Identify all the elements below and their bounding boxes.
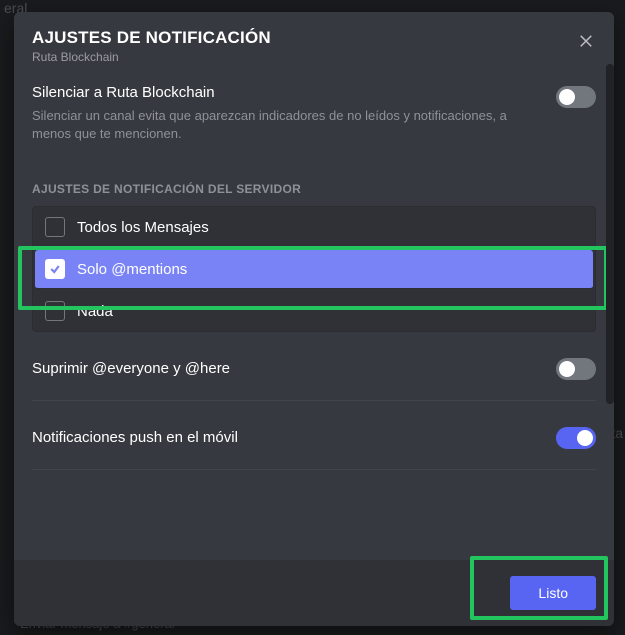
server-notification-section-label: AJUSTES DE NOTIFICACIÓN DEL SERVIDOR xyxy=(32,182,596,196)
modal-subtitle: Ruta Blockchain xyxy=(32,50,596,64)
suppress-everyone-row: Suprimir @everyone y @here xyxy=(32,356,596,401)
mute-server-toggle[interactable] xyxy=(556,86,596,108)
suppress-everyone-toggle[interactable] xyxy=(556,358,596,380)
mobile-push-title: Notificaciones push en el móvil xyxy=(32,429,238,446)
modal-header: AJUSTES DE NOTIFICACIÓN Ruta Blockchain xyxy=(14,12,614,64)
radio-label: Todos los Mensajes xyxy=(77,219,209,236)
modal-footer: Listo xyxy=(14,560,614,626)
radio-all-messages[interactable]: Todos los Mensajes xyxy=(33,207,595,248)
mobile-push-toggle[interactable] xyxy=(556,427,596,449)
radio-label: Nada xyxy=(77,303,113,320)
radio-only-mentions[interactable]: Solo @mentions xyxy=(35,250,593,289)
notification-level-radio-group: Todos los Mensajes Solo @mentions Nada xyxy=(32,206,596,332)
mute-server-row: Silenciar a Ruta Blockchain Silenciar un… xyxy=(32,80,596,152)
radio-label: Solo @mentions xyxy=(77,261,187,278)
mute-server-title: Silenciar a Ruta Blockchain xyxy=(32,84,544,101)
scrollbar-thumb[interactable] xyxy=(606,64,614,404)
modal-body: Silenciar a Ruta Blockchain Silenciar un… xyxy=(14,64,614,560)
done-button[interactable]: Listo xyxy=(510,576,596,610)
suppress-everyone-title: Suprimir @everyone y @here xyxy=(32,360,230,377)
mobile-push-row: Notificaciones push en el móvil xyxy=(32,425,596,470)
radio-nothing[interactable]: Nada xyxy=(33,291,595,331)
checkbox-icon xyxy=(45,217,65,237)
checkbox-icon xyxy=(45,259,65,279)
checkbox-icon xyxy=(45,301,65,321)
close-button[interactable] xyxy=(574,28,598,52)
close-icon xyxy=(577,31,595,49)
modal-title: AJUSTES DE NOTIFICACIÓN xyxy=(32,28,596,48)
scrollbar-track[interactable] xyxy=(606,64,614,434)
notification-settings-modal: AJUSTES DE NOTIFICACIÓN Ruta Blockchain … xyxy=(14,12,614,626)
mute-server-description: Silenciar un canal evita que aparezcan i… xyxy=(32,107,544,142)
